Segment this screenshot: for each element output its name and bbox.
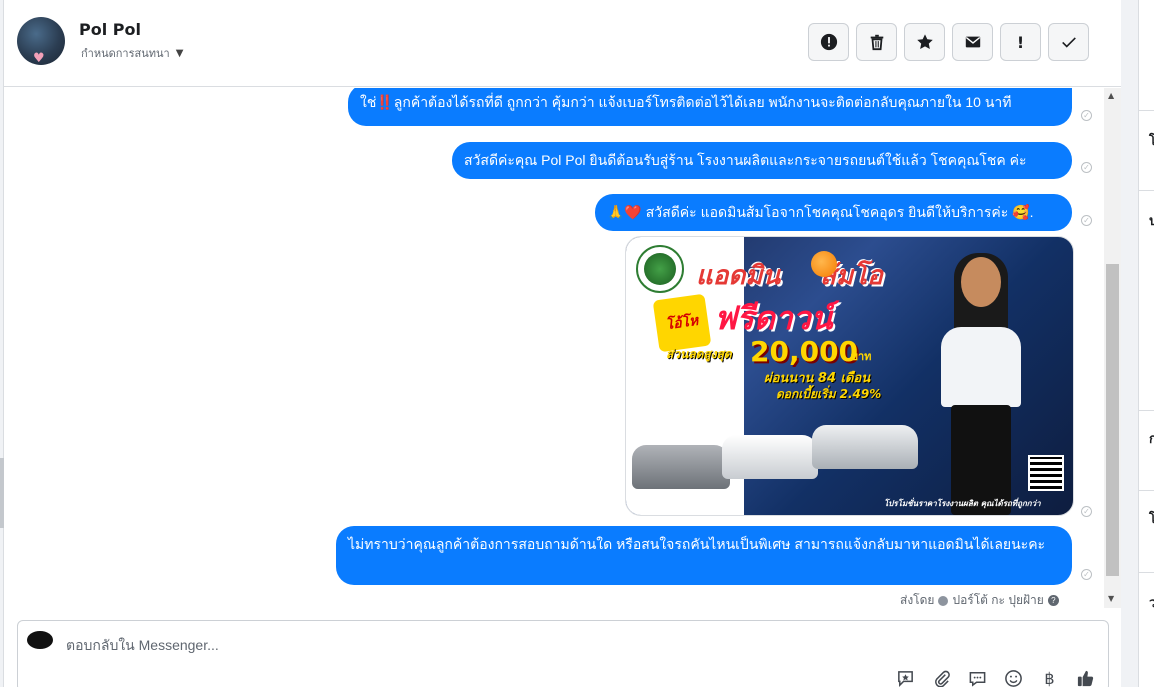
emoji-icon[interactable]	[1004, 669, 1023, 687]
details-heading: ว	[1149, 595, 1154, 610]
seen-check-icon: ✓	[1081, 506, 1092, 517]
attachment-icon[interactable]	[932, 669, 951, 687]
star-button[interactable]	[904, 23, 945, 61]
check-icon	[1061, 37, 1076, 48]
reply-composer[interactable]: ตอบกลับใน Messenger... ฿	[17, 620, 1109, 687]
dealer-logo	[636, 245, 684, 293]
divider	[1138, 190, 1154, 191]
car-image	[722, 435, 818, 479]
contact-name[interactable]: Pol Pol	[79, 20, 141, 39]
delete-button[interactable]	[856, 23, 897, 61]
seen-check-icon: ✓	[1081, 215, 1092, 226]
star-icon	[916, 34, 933, 50]
details-heading: โ	[1149, 133, 1154, 148]
composer-toolbar: ฿	[896, 669, 1095, 687]
promo-person-image	[926, 253, 1036, 515]
right-details-pane: โ ป ก โ ว	[1121, 0, 1154, 687]
header-actions: !	[808, 23, 1089, 61]
exclamation-icon: !	[1016, 32, 1025, 52]
conversation-header: ♥ Pol Pol กำหนดการสนทนา ▼ !	[4, 0, 1121, 87]
scroll-up-icon[interactable]: ▲	[1108, 91, 1114, 100]
details-heading: ก	[1149, 431, 1154, 446]
message-scrollbar[interactable]: ▲ ▼	[1104, 88, 1121, 608]
promo-image[interactable]: แอดมิน ส้มโอ โอ้โห ฟรีดาวน์ ส่วนลดสูงสุด …	[625, 236, 1074, 516]
orange-icon	[811, 251, 837, 277]
contact-avatar[interactable]: ♥	[17, 17, 65, 65]
promo-footer: โปรโมชั่นราคาโรงงานผลิต คุณได้รถที่ถูกกว…	[884, 499, 1041, 508]
message-list: ใช่‼️ลูกค้าต้องได้รถที่ดี ถูกกว่า คุ้มกว…	[4, 88, 1104, 610]
promo-discount-unit: บาท	[851, 350, 872, 363]
qr-code	[1028, 455, 1064, 491]
message-bubble[interactable]: ใช่‼️ลูกค้าต้องได้รถที่ดี ถูกกว่า คุ้มกว…	[348, 88, 1072, 126]
trash-icon	[870, 34, 883, 51]
details-heading: โ	[1149, 511, 1154, 526]
scrollbar-thumb[interactable]	[1106, 264, 1119, 576]
promo-discount-value: 20,000	[750, 335, 859, 368]
baht-icon[interactable]: ฿	[1040, 669, 1059, 687]
scroll-down-icon[interactable]: ▼	[1108, 594, 1114, 603]
reply-input[interactable]: ตอบกลับใน Messenger...	[66, 635, 219, 657]
details-heading: ป	[1149, 213, 1154, 228]
promo-discount-label: ส่วนลดสูงสุด	[666, 347, 732, 361]
seen-check-icon: ✓	[1081, 569, 1092, 580]
report-button[interactable]	[808, 23, 849, 61]
help-icon[interactable]: ?	[1047, 595, 1059, 606]
conversation-schedule[interactable]: กำหนดการสนทนา ▼	[81, 44, 183, 62]
sent-by-info: ส่งโดย ปอร์โต้ กะ ปุยฝ้าย ?	[900, 591, 1059, 610]
messenger-page: ♥ Pol Pol กำหนดการสนทนา ▼ ! ใช่‼️ลูกค้าต…	[0, 0, 1154, 687]
promo-rate: ดอกเบี้ยเริ่ม 2.49%	[776, 387, 882, 401]
caret-down-icon: ▼	[175, 47, 184, 59]
done-button[interactable]	[1048, 23, 1089, 61]
message-text: ใช่‼️ลูกค้าต้องได้รถที่ดี ถูกกว่า คุ้มกว…	[360, 94, 1012, 110]
divider	[1138, 490, 1154, 491]
page-avatar	[27, 631, 53, 649]
divider	[1138, 110, 1154, 111]
car-image	[812, 425, 918, 469]
message-text: 🙏❤️ สวัสดีค่ะ แอดมินส้มโอจากโชคคุณโชคอุด…	[607, 204, 1034, 220]
report-icon	[820, 33, 837, 51]
sent-by-label: ส่งโดย	[900, 593, 935, 607]
sender-dot-icon	[938, 595, 949, 606]
sent-by-name: ปอร์โต้ กะ ปุยฝ้าย	[952, 593, 1044, 607]
seen-check-icon: ✓	[1081, 110, 1092, 121]
details-column	[1138, 0, 1154, 687]
chat-bubble-icon[interactable]	[968, 669, 987, 687]
message-bubble[interactable]: 🙏❤️ สวัสดีค่ะ แอดมินส้มโอจากโชคคุณโชคอุด…	[595, 194, 1072, 231]
promo-badge: โอ้โห	[652, 293, 712, 353]
message-text: ไม่ทราบว่าคุณลูกค้าต้องการสอบถามด้านใด ห…	[348, 536, 1046, 552]
envelope-icon	[965, 36, 980, 48]
divider	[1138, 410, 1154, 411]
car-image	[632, 445, 730, 489]
mark-unread-button[interactable]	[952, 23, 993, 61]
divider	[1138, 572, 1154, 573]
message-bubble[interactable]: ไม่ทราบว่าคุณลูกค้าต้องการสอบถามด้านใด ห…	[336, 526, 1072, 585]
message-bubble[interactable]: สวัสดีค่ะคุณ Pol Pol ยินดีต้อนรับสู่ร้าน…	[452, 142, 1072, 179]
message-text: สวัสดีค่ะคุณ Pol Pol ยินดีต้อนรับสู่ร้าน…	[464, 152, 1027, 168]
important-button[interactable]: !	[1000, 23, 1041, 61]
like-icon[interactable]	[1076, 669, 1095, 687]
saved-reply-icon[interactable]	[896, 669, 915, 687]
promo-title: แอดมิน ส้มโอ	[696, 261, 883, 291]
heart-icon: ♥	[33, 51, 45, 65]
conversation-schedule-label: กำหนดการสนทนา	[81, 47, 170, 60]
pane-gutter	[1121, 0, 1138, 687]
seen-check-icon: ✓	[1081, 162, 1092, 173]
